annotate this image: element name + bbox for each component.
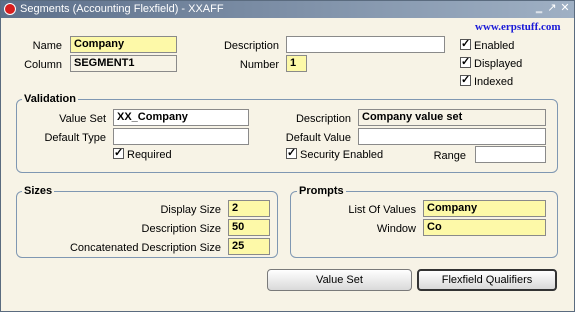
security-enabled-label: Security Enabled [300,149,384,161]
display-size-label: Display Size [160,204,221,216]
title-bar[interactable]: Segments (Accounting Flexfield) - XXAFF … [1,1,574,18]
description-field[interactable] [286,36,445,53]
list-of-values-label: List Of Values [348,204,416,216]
sizes-title: Sizes [22,185,55,197]
required-checkbox[interactable]: Required [113,146,172,161]
description-size-label: Description Size [141,223,221,235]
description-size-field[interactable]: 50 [228,219,270,236]
checkbox-checked-icon [113,146,124,159]
number-label: Number [239,59,279,71]
window-title: Segments (Accounting Flexfield) - XXAFF [20,3,224,15]
column-field[interactable]: SEGMENT1 [70,55,177,72]
close-icon[interactable]: ✕ [559,2,571,15]
range-label: Range [433,150,466,162]
description-label: Description [223,40,279,52]
value-set-label: Value Set [59,113,106,125]
prompts-title: Prompts [297,185,346,197]
validation-title: Validation [22,93,78,105]
enabled-label: Enabled [474,40,515,52]
name-label: Name [32,40,62,52]
default-type-label: Default Type [44,132,106,144]
column-label: Column [24,59,62,71]
vs-description-label: Description [295,113,351,125]
enabled-checkbox[interactable]: Enabled [460,37,515,52]
default-value-label: Default Value [285,132,351,144]
window-prompt-field[interactable]: Co [423,219,546,236]
displayed-checkbox[interactable]: Displayed [460,55,523,70]
checkbox-checked-icon [460,73,471,86]
name-field[interactable]: Company [70,36,177,53]
restore-icon[interactable]: ↗ [546,2,558,15]
window-prompt-label: Window [376,223,416,235]
displayed-label: Displayed [474,58,523,70]
vs-description-field[interactable]: Company value set [358,109,546,126]
required-label: Required [127,149,172,161]
indexed-label: Indexed [474,76,514,88]
security-enabled-checkbox[interactable]: Security Enabled [286,146,384,161]
range-field[interactable] [475,146,546,163]
checkbox-checked-icon [286,146,297,159]
minimize-icon[interactable]: ‗ [533,2,545,15]
indexed-checkbox[interactable]: Indexed [460,73,514,88]
number-field[interactable]: 1 [286,55,307,72]
value-set-field[interactable]: XX_Company [113,109,249,126]
watermark: www.erpstuff.com [475,21,561,33]
default-type-field[interactable] [113,128,249,145]
oracle-app-icon [4,3,16,15]
display-size-field[interactable]: 2 [228,200,270,217]
list-of-values-field[interactable]: Company [423,200,546,217]
concatenated-size-label: Concatenated Description Size [69,242,221,254]
checkbox-checked-icon [460,37,471,50]
segments-window: Segments (Accounting Flexfield) - XXAFF … [0,0,575,312]
flexfield-qualifiers-button[interactable]: Flexfield Qualifiers [417,269,557,291]
value-set-button[interactable]: Value Set [267,269,412,291]
default-value-field[interactable] [358,128,546,145]
checkbox-checked-icon [460,55,471,68]
concatenated-size-field[interactable]: 25 [228,238,270,255]
